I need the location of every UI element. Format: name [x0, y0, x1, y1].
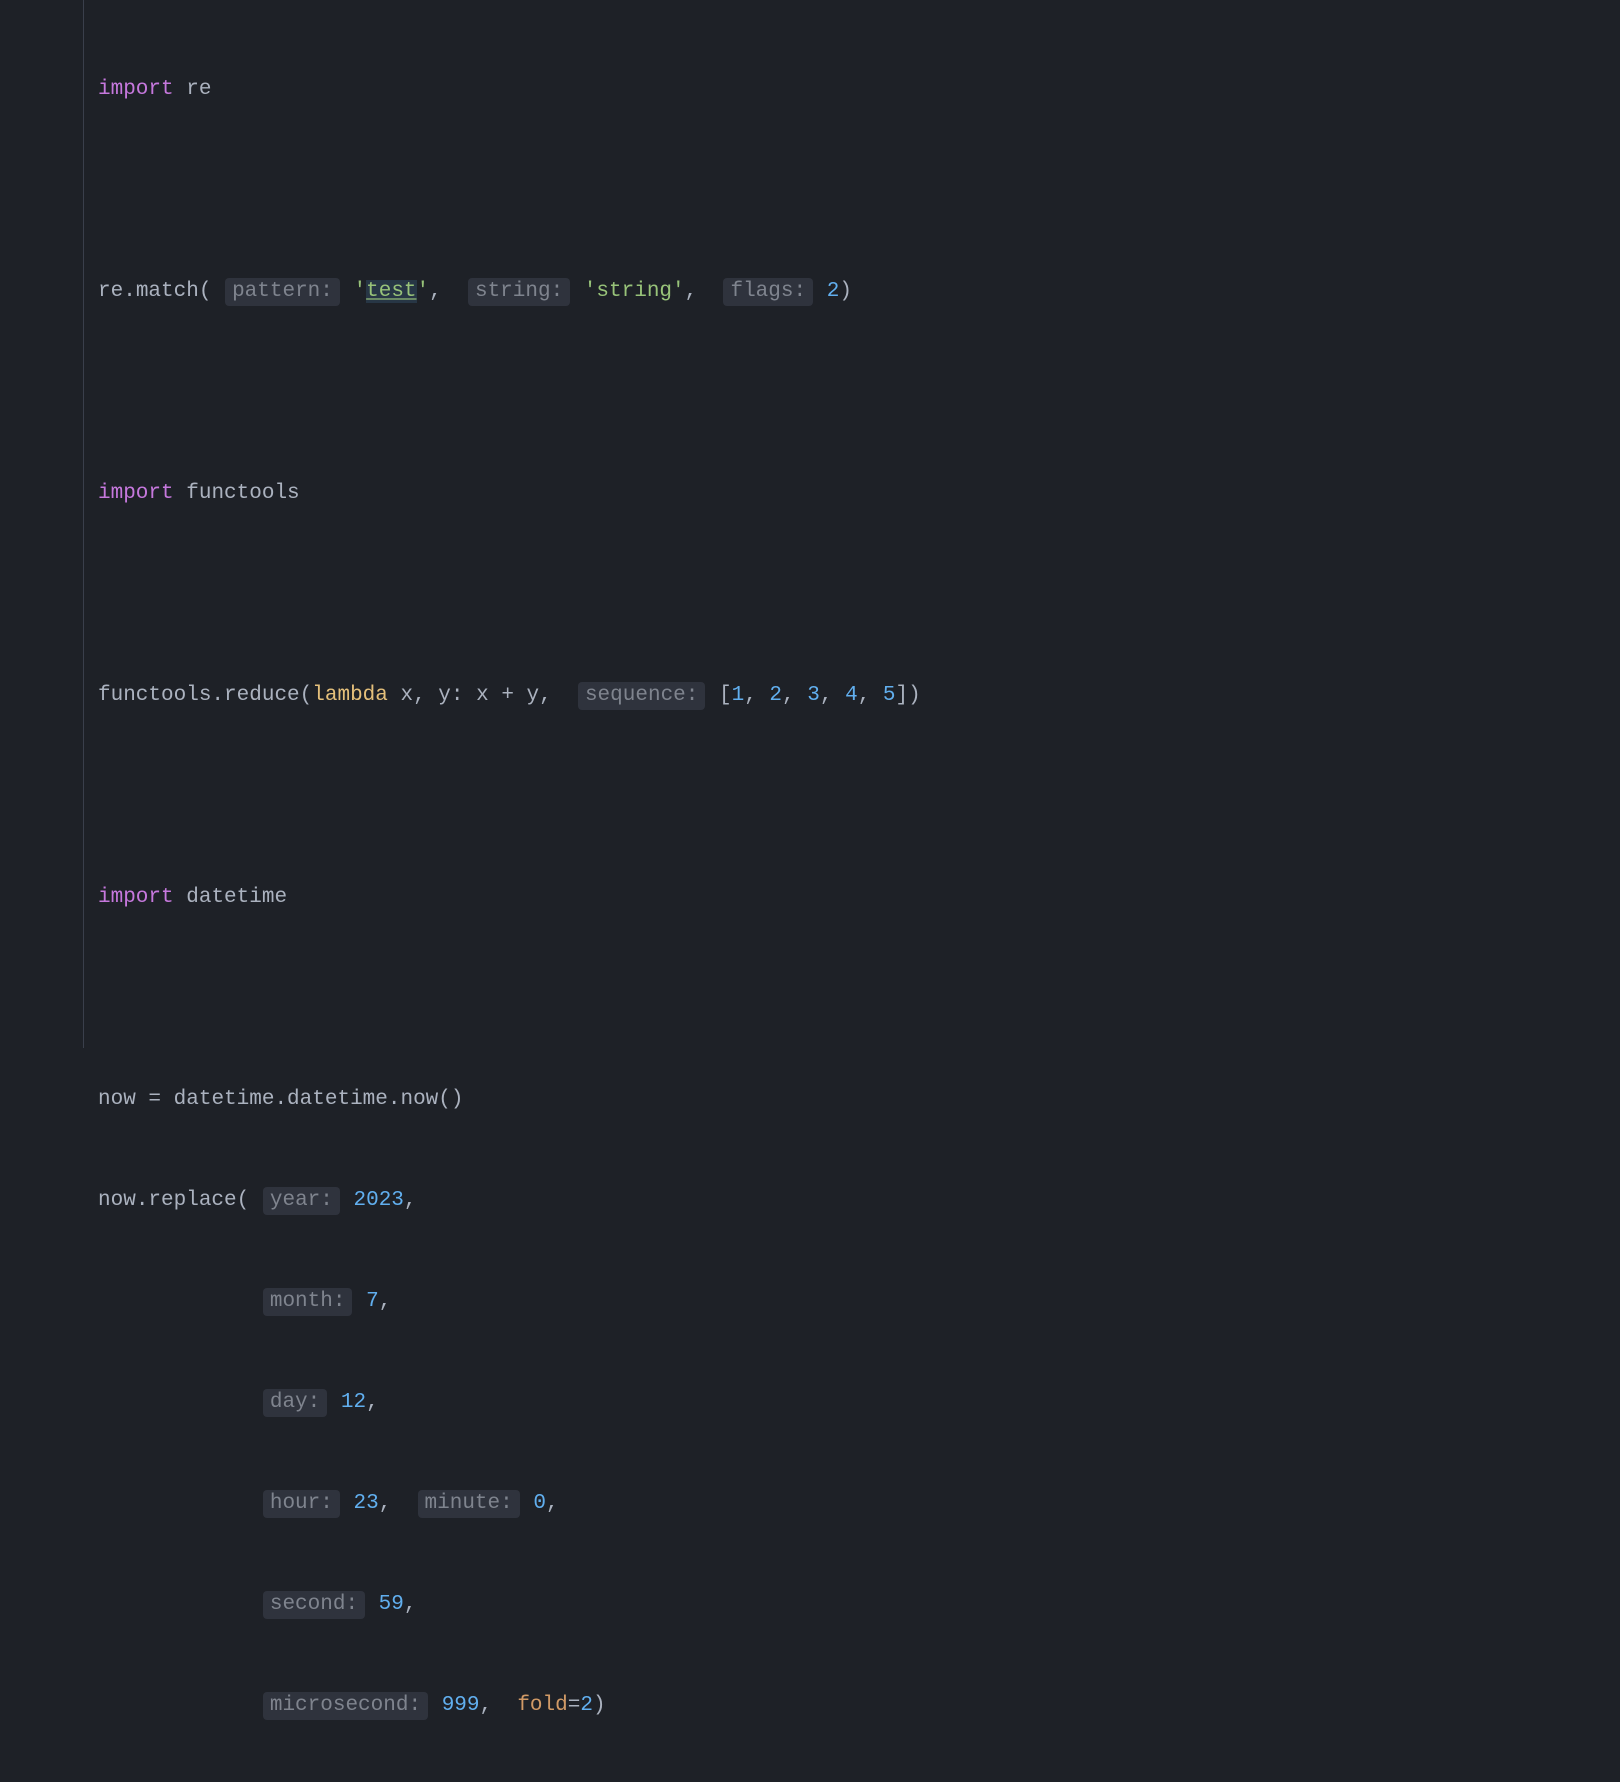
number-literal: 999: [442, 1694, 480, 1717]
paren-close: ): [839, 280, 852, 303]
code-line[interactable]: import re: [98, 65, 1620, 116]
string-quote: ': [354, 280, 367, 303]
comma: ,: [820, 684, 845, 707]
identifier: re: [98, 280, 123, 303]
number-literal: 12: [341, 1391, 366, 1414]
string-literal: string: [596, 280, 672, 303]
comma: ,: [429, 280, 442, 303]
paren-close: ): [593, 1694, 606, 1717]
identifier: functools: [98, 684, 211, 707]
keyword-lambda: lambda: [312, 684, 388, 707]
operator-assign: =: [568, 1694, 581, 1717]
code-line[interactable]: re.match( pattern: 'test', string: 'stri…: [98, 267, 1620, 318]
inlay-hint-pattern: pattern:: [225, 278, 340, 306]
expression: datetime.datetime.now(): [174, 1088, 464, 1111]
punct: .: [123, 280, 136, 303]
number-literal: 2: [580, 1694, 593, 1717]
method-name: replace: [148, 1189, 236, 1212]
module-name: functools: [186, 482, 299, 505]
inlay-hint-second: second:: [263, 1591, 365, 1619]
number-literal: 2023: [353, 1189, 403, 1212]
indent: [98, 1694, 249, 1717]
method-name: match: [136, 280, 199, 303]
comma: ,: [546, 1492, 559, 1515]
editor-gutter: [0, 0, 84, 1048]
code-line[interactable]: now = datetime.datetime.now(): [98, 1075, 1620, 1126]
paren-open: (: [237, 1189, 250, 1212]
code-line-empty[interactable]: [98, 570, 1620, 621]
number-literal: 0: [533, 1492, 546, 1515]
code-line-empty[interactable]: [98, 772, 1620, 823]
paren-close: ): [908, 684, 921, 707]
string-quote: ': [584, 280, 597, 303]
comma: ,: [744, 684, 769, 707]
comma: ,: [366, 1391, 379, 1414]
paren-open: (: [300, 684, 313, 707]
comma: ,: [858, 684, 883, 707]
code-line[interactable]: second: 59,: [98, 1580, 1620, 1631]
inlay-hint-month: month:: [263, 1288, 353, 1316]
comma: ,: [379, 1290, 392, 1313]
number-literal: 2: [827, 280, 840, 303]
module-name: datetime: [186, 886, 287, 909]
number-literal: 5: [883, 684, 896, 707]
keyword-import: import: [98, 78, 174, 101]
variable-name: now: [98, 1088, 136, 1111]
code-line-empty[interactable]: [98, 974, 1620, 1025]
comma: ,: [404, 1593, 417, 1616]
inlay-hint-sequence: sequence:: [578, 682, 705, 710]
code-line[interactable]: month: 7,: [98, 1277, 1620, 1328]
punct: .: [136, 1189, 149, 1212]
inlay-hint-microsecond: microsecond:: [263, 1692, 428, 1720]
indent: [98, 1290, 249, 1313]
bracket-open: [: [719, 684, 732, 707]
operator-assign: =: [148, 1088, 161, 1111]
number-literal: 4: [845, 684, 858, 707]
number-literal: 3: [807, 684, 820, 707]
punct: .: [211, 684, 224, 707]
code-line[interactable]: hour: 23, minute: 0,: [98, 1479, 1620, 1530]
module-name: re: [186, 78, 211, 101]
comma: ,: [379, 1492, 392, 1515]
comma: ,: [539, 684, 552, 707]
lambda-body: x, y: x + y: [401, 684, 540, 707]
number-literal: 1: [732, 684, 745, 707]
indent: [98, 1593, 249, 1616]
indent: [98, 1492, 249, 1515]
code-line-empty[interactable]: [98, 368, 1620, 419]
comma: ,: [404, 1189, 417, 1212]
inlay-hint-flags: flags:: [723, 278, 813, 306]
inlay-hint-hour: hour:: [263, 1490, 340, 1518]
comma: ,: [685, 280, 698, 303]
inlay-hint-day: day:: [263, 1389, 327, 1417]
inlay-hint-string: string:: [468, 278, 570, 306]
code-line[interactable]: now.replace( year: 2023,: [98, 1176, 1620, 1227]
comma: ,: [782, 684, 807, 707]
string-quote: ': [417, 280, 430, 303]
code-line[interactable]: import datetime: [98, 873, 1620, 924]
number-literal: 2: [769, 684, 782, 707]
keyword-import: import: [98, 886, 174, 909]
inlay-hint-year: year:: [263, 1187, 340, 1215]
keyword-import: import: [98, 482, 174, 505]
kwarg-name: fold: [517, 1694, 567, 1717]
code-line[interactable]: functools.reduce(lambda x, y: x + y, seq…: [98, 671, 1620, 722]
number-literal: 7: [366, 1290, 379, 1313]
method-name: reduce: [224, 684, 300, 707]
code-line-empty[interactable]: [98, 166, 1620, 217]
comma: ,: [480, 1694, 493, 1717]
code-editor[interactable]: import re re.match( pattern: 'test', str…: [98, 14, 1620, 1048]
string-quote: ': [672, 280, 685, 303]
number-literal: 59: [379, 1593, 404, 1616]
code-line[interactable]: day: 12,: [98, 1378, 1620, 1429]
paren-open: (: [199, 280, 212, 303]
identifier: now: [98, 1189, 136, 1212]
code-line[interactable]: import functools: [98, 469, 1620, 520]
string-literal: test: [366, 280, 416, 303]
number-literal: 23: [353, 1492, 378, 1515]
code-line[interactable]: microsecond: 999, fold=2): [98, 1681, 1620, 1732]
bracket-close: ]: [896, 684, 909, 707]
inlay-hint-minute: minute:: [418, 1490, 520, 1518]
indent: [98, 1391, 249, 1414]
